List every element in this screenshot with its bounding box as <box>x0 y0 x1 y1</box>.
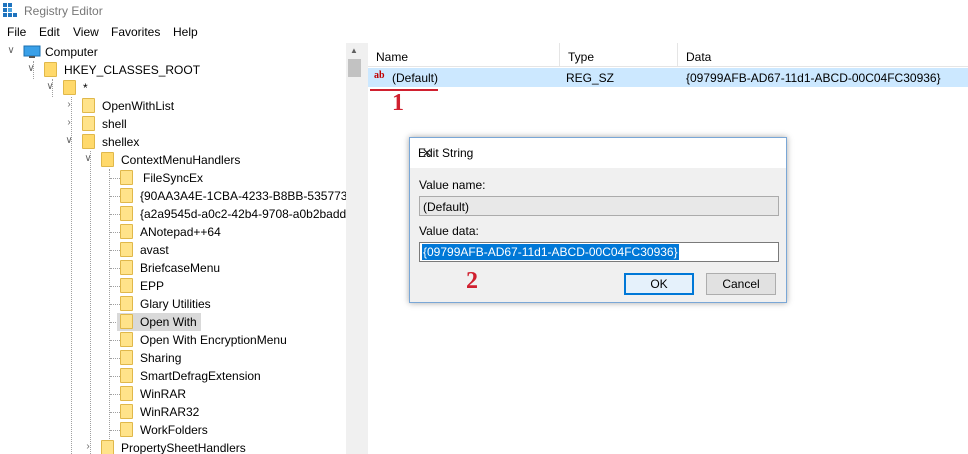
tree-label: OpenWithList <box>102 99 175 113</box>
menu-view[interactable]: View <box>73 25 99 39</box>
value-data-text: {09799AFB-AD67-11d1-ABCD-00C04FC30936} <box>422 244 679 260</box>
tree-label: {a2a9545d-a0c2-42b4-9708-a0b2badd7 <box>140 207 353 221</box>
tree-label: WinRAR32 <box>140 405 200 419</box>
tree-label: WinRAR <box>140 387 187 401</box>
tree-label: ContextMenuHandlers <box>121 153 241 167</box>
column-header-type[interactable]: Type <box>560 43 678 67</box>
tree-label: shellex <box>102 135 140 149</box>
tree-label: Open With <box>140 315 197 329</box>
folder-icon <box>82 98 95 113</box>
title-bar: Registry Editor <box>0 0 968 22</box>
tree-label: Glary Utilities <box>140 297 211 311</box>
folder-icon <box>120 206 133 221</box>
tree-label: ANotepad++64 <box>140 225 221 239</box>
value-name-field: (Default) <box>419 196 779 216</box>
expand-icon[interactable]: › <box>64 117 74 129</box>
value-data: {09799AFB-AD67-11d1-ABCD-00C04FC30936} <box>686 71 941 85</box>
folder-open-icon <box>101 152 114 167</box>
tree-label: WorkFolders <box>140 423 208 437</box>
column-header-label: Name <box>376 50 409 64</box>
folder-icon <box>120 350 133 365</box>
collapse-icon[interactable]: ∨ <box>64 135 74 147</box>
folder-icon <box>120 242 133 257</box>
close-icon[interactable]: ✕ <box>418 146 436 160</box>
annotation-step-2: 2 <box>466 268 478 294</box>
column-header-label: Type <box>568 50 595 64</box>
folder-icon <box>120 170 133 185</box>
registry-editor-icon <box>3 3 17 17</box>
column-header-data[interactable]: Data <box>678 43 968 67</box>
scroll-up-icon[interactable]: ▲ <box>350 46 358 55</box>
folder-icon <box>120 368 133 383</box>
annotation-step-1: 1 <box>392 90 404 116</box>
folder-icon <box>120 404 133 419</box>
edit-string-dialog: Edit String ✕ Value name: (Default) Valu… <box>409 137 787 303</box>
folder-icon <box>120 422 133 437</box>
tree-label: FileSyncEx <box>143 171 204 185</box>
tree-label: EPP <box>140 279 165 293</box>
collapse-icon[interactable]: ∨ <box>83 153 93 165</box>
menu-bar: File Edit View Favorites Help <box>0 23 968 42</box>
column-header-name[interactable]: Name <box>368 43 560 67</box>
scrollbar-thumb[interactable] <box>348 59 361 77</box>
folder-icon <box>120 278 133 293</box>
registry-tree[interactable]: ∨ Computer ∨ HKEY_CLASSES_ROOT ∨ * › Ope… <box>0 43 364 454</box>
value-data-label: Value data: <box>419 224 479 238</box>
folder-open-icon <box>63 80 76 95</box>
value-name: (Default) <box>392 71 439 85</box>
folder-icon <box>120 314 133 329</box>
folder-icon <box>120 386 133 401</box>
menu-help[interactable]: Help <box>173 25 198 39</box>
collapse-icon[interactable]: ∨ <box>6 45 16 57</box>
tree-scrollbar[interactable]: ▲ <box>346 43 363 454</box>
folder-icon <box>120 188 133 203</box>
folder-open-icon <box>82 134 95 149</box>
folder-icon <box>82 116 95 131</box>
tree-label: {90AA3A4E-1CBA-4233-B8BB-535773D4 <box>140 189 363 203</box>
folder-icon <box>120 260 133 275</box>
string-value-icon: ab <box>374 70 385 81</box>
menu-edit[interactable]: Edit <box>39 25 60 39</box>
folder-icon <box>120 296 133 311</box>
cancel-button[interactable]: Cancel <box>706 273 776 295</box>
tree-label: shell <box>102 117 127 131</box>
tree-label: Computer <box>45 45 98 59</box>
tree-label: Sharing <box>140 351 182 365</box>
ok-button[interactable]: OK <box>624 273 694 295</box>
dialog-title-bar: Edit String ✕ <box>410 138 786 168</box>
expand-icon[interactable]: › <box>64 99 74 111</box>
tree-label: SmartDefragExtension <box>140 369 261 383</box>
tree-label: * <box>83 81 88 95</box>
value-name-text: (Default) <box>423 200 470 214</box>
tree-label: PropertySheetHandlers <box>121 441 246 454</box>
column-header-label: Data <box>686 50 712 64</box>
folder-icon <box>120 224 133 239</box>
window-title: Registry Editor <box>24 4 103 18</box>
computer-icon <box>23 45 41 58</box>
folder-open-icon <box>44 62 57 77</box>
menu-file[interactable]: File <box>7 25 26 39</box>
folder-icon <box>101 440 114 454</box>
tree-label: avast <box>140 243 169 257</box>
menu-favorites[interactable]: Favorites <box>111 25 160 39</box>
table-row[interactable]: ab (Default) REG_SZ {09799AFB-AD67-11d1-… <box>368 68 968 87</box>
annotation-underline <box>370 89 438 91</box>
tree-label: BriefcaseMenu <box>140 261 221 275</box>
value-name-label: Value name: <box>419 178 486 192</box>
value-type: REG_SZ <box>566 71 615 85</box>
value-data-input[interactable]: {09799AFB-AD67-11d1-ABCD-00C04FC30936} <box>419 242 779 262</box>
folder-icon <box>120 332 133 347</box>
tree-label: HKEY_CLASSES_ROOT <box>64 63 201 77</box>
tree-label: Open With EncryptionMenu <box>140 333 287 347</box>
collapse-icon[interactable]: ∨ <box>45 81 55 93</box>
collapse-icon[interactable]: ∨ <box>26 63 36 75</box>
expand-icon[interactable]: › <box>83 441 93 453</box>
